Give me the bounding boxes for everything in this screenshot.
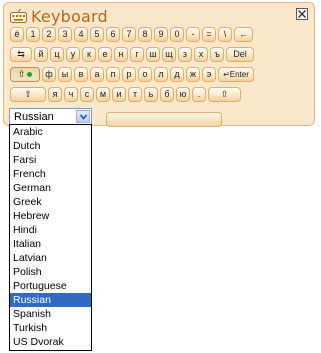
key-ю[interactable]: ю: [176, 87, 190, 102]
key-ф[interactable]: ф: [42, 67, 56, 82]
language-option[interactable]: Italian: [10, 237, 91, 251]
language-option[interactable]: French: [10, 167, 91, 181]
key-п[interactable]: п: [106, 67, 120, 82]
key-9[interactable]: 9: [154, 27, 168, 42]
language-option[interactable]: Polish: [10, 265, 91, 279]
key-minus[interactable]: -: [186, 27, 200, 42]
language-option[interactable]: Hebrew: [10, 209, 91, 223]
close-x-icon: [298, 10, 306, 18]
enter-label: ↵Enter: [223, 69, 249, 79]
language-option[interactable]: Farsi: [10, 153, 91, 167]
capslock-led-icon: [27, 72, 33, 77]
keyboard-icon: [10, 9, 27, 23]
key-0[interactable]: 0: [170, 27, 184, 42]
key-б[interactable]: б: [160, 87, 174, 102]
spacebar[interactable]: [106, 112, 222, 127]
capslock-key[interactable]: ⇧: [10, 67, 40, 82]
key-а[interactable]: а: [90, 67, 104, 82]
backspace-key[interactable]: ←: [234, 27, 253, 42]
key-ц[interactable]: ц: [50, 47, 64, 62]
left-shift-key[interactable]: ⇧: [10, 87, 46, 102]
key-ш[interactable]: ш: [146, 47, 160, 62]
key-ъ[interactable]: ъ: [210, 47, 224, 62]
key-4[interactable]: 4: [74, 27, 88, 42]
language-option[interactable]: Hindi: [10, 223, 91, 237]
close-button[interactable]: [296, 8, 308, 20]
key-й[interactable]: й: [34, 47, 48, 62]
language-option[interactable]: Portuguese: [10, 279, 91, 293]
key-р[interactable]: р: [122, 67, 136, 82]
language-option[interactable]: Turkish: [10, 321, 91, 335]
key-ы[interactable]: ы: [58, 67, 72, 82]
key-row-4: ⇧ я ч с м и т ь б ю . ⇧: [10, 87, 243, 102]
language-option[interactable]: Arabic: [10, 125, 91, 139]
language-option[interactable]: Spanish: [10, 307, 91, 321]
key-2[interactable]: 2: [42, 27, 56, 42]
key-м[interactable]: м: [96, 87, 110, 102]
language-option[interactable]: Latvian: [10, 251, 91, 265]
key-г[interactable]: г: [130, 47, 144, 62]
key-3[interactable]: 3: [58, 27, 72, 42]
delete-key[interactable]: Del: [226, 47, 254, 62]
tab-key[interactable]: ⇆: [10, 47, 32, 62]
key-5[interactable]: 5: [90, 27, 104, 42]
right-shift-key[interactable]: ⇧: [208, 87, 241, 102]
key-я[interactable]: я: [48, 87, 62, 102]
chevron-down-icon: [80, 114, 87, 120]
key-ь[interactable]: ь: [144, 87, 158, 102]
key-х[interactable]: х: [194, 47, 208, 62]
key-ч[interactable]: ч: [64, 87, 78, 102]
key-о[interactable]: о: [138, 67, 152, 82]
language-dropdown-list: Arabic Dutch Farsi French German Greek H…: [9, 124, 92, 351]
dropdown-button[interactable]: [76, 110, 90, 123]
language-option[interactable]: Greek: [10, 195, 91, 209]
key-period[interactable]: .: [192, 87, 206, 102]
key-к[interactable]: к: [82, 47, 96, 62]
title-bar: Keyboard: [10, 6, 108, 26]
key-с[interactable]: с: [80, 87, 94, 102]
language-option[interactable]: German: [10, 181, 91, 195]
key-backslash[interactable]: \: [218, 27, 232, 42]
language-option-selected[interactable]: Russian: [10, 293, 91, 307]
key-row-1: ё 1 2 3 4 5 6 7 8 9 0 - = \ ←: [10, 27, 255, 42]
key-т[interactable]: т: [128, 87, 142, 102]
language-option[interactable]: US Dvorak: [10, 335, 91, 349]
key-equals[interactable]: =: [202, 27, 216, 42]
key-7[interactable]: 7: [122, 27, 136, 42]
window-title: Keyboard: [31, 6, 108, 26]
language-select-value: Russian: [14, 111, 54, 123]
key-1[interactable]: 1: [26, 27, 40, 42]
key-л[interactable]: л: [154, 67, 168, 82]
key-е[interactable]: е: [98, 47, 112, 62]
key-у[interactable]: у: [66, 47, 80, 62]
caps-arrow-label: ⇧: [17, 69, 26, 79]
key-э[interactable]: э: [202, 67, 216, 82]
key-д[interactable]: д: [170, 67, 184, 82]
language-option[interactable]: Dutch: [10, 139, 91, 153]
key-и[interactable]: и: [112, 87, 126, 102]
key-row-2: ⇆ й ц у к е н г ш щ з х ъ Del: [10, 47, 256, 62]
key-row-3: ⇧ ф ы в а п р о л д ж э ↵Enter: [10, 67, 256, 82]
key-в[interactable]: в: [74, 67, 88, 82]
key-8[interactable]: 8: [138, 27, 152, 42]
key-yo[interactable]: ё: [10, 27, 24, 42]
key-щ[interactable]: щ: [162, 47, 176, 62]
key-ж[interactable]: ж: [186, 67, 200, 82]
enter-key[interactable]: ↵Enter: [218, 67, 254, 82]
key-н[interactable]: н: [114, 47, 128, 62]
language-select[interactable]: Russian: [9, 108, 92, 125]
key-з[interactable]: з: [178, 47, 192, 62]
key-6[interactable]: 6: [106, 27, 120, 42]
